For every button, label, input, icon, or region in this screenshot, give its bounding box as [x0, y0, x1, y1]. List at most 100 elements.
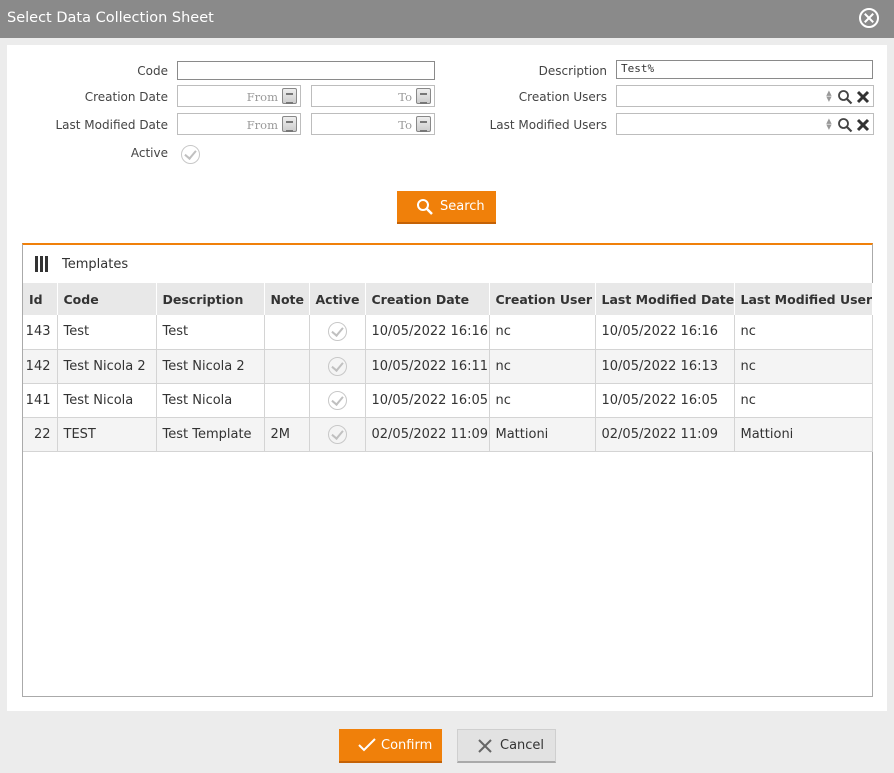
cell-creation-date: 10/05/2022 16:05	[365, 383, 490, 418]
from-placeholder: From	[246, 118, 278, 132]
clear-icon[interactable]	[855, 89, 871, 105]
table-row[interactable]: 22 TEST Test Template 2M 02/05/2022 11:0…	[23, 417, 873, 452]
cell-creation-date: 02/05/2022 11:09	[365, 417, 490, 452]
templates-table: Id Code Description Note Active Creation…	[23, 283, 873, 452]
column-header[interactable]: Id	[23, 283, 58, 315]
column-header[interactable]: Creation User	[489, 283, 596, 315]
checkmark-icon	[358, 738, 376, 752]
table-row[interactable]: 142 Test Nicola 2 Test Nicola 2 10/05/20…	[23, 349, 873, 384]
columns-icon	[35, 256, 48, 272]
spinner-icon[interactable]: ▲ ▼	[825, 118, 833, 132]
last-modified-users-label: Last Modified Users	[489, 118, 607, 132]
cell-description: Test	[156, 315, 265, 350]
to-placeholder: To	[398, 118, 412, 132]
description-label: Description	[538, 64, 607, 78]
templates-title: Templates	[62, 257, 129, 272]
cell-last-modified-user: nc	[734, 383, 873, 418]
creation-date-label: Creation Date	[84, 90, 168, 104]
confirm-button[interactable]: Confirm	[339, 729, 442, 763]
cell-last-modified-date: 10/05/2022 16:16	[595, 315, 735, 350]
search-icon[interactable]	[837, 117, 853, 133]
calendar-icon[interactable]	[416, 88, 431, 104]
cell-description: Test Nicola	[156, 383, 265, 418]
clear-icon[interactable]	[855, 117, 871, 133]
cell-creation-date: 10/05/2022 16:11	[365, 349, 490, 384]
cell-note	[264, 383, 310, 418]
cell-active	[309, 349, 366, 384]
cell-last-modified-date: 02/05/2022 11:09	[595, 417, 735, 452]
active-label: Active	[130, 146, 168, 160]
creation-users-label: Creation Users	[518, 90, 607, 104]
cell-last-modified-user: Mattioni	[734, 417, 873, 452]
table-header-row: Id Code Description Note Active Creation…	[23, 283, 873, 315]
active-checkbox[interactable]	[181, 145, 200, 164]
table-row[interactable]: 141 Test Nicola Test Nicola 10/05/2022 1…	[23, 383, 873, 418]
cell-id: 141	[23, 383, 58, 418]
creation-date-from-field[interactable]: From	[177, 85, 301, 107]
select-data-collection-sheet-dialog: Select Data Collection Sheet Code Creati…	[0, 0, 894, 773]
cell-creation-date: 10/05/2022 16:16	[365, 315, 490, 350]
cell-active	[309, 417, 366, 452]
active-check-icon	[327, 322, 347, 342]
column-header[interactable]: Description	[156, 283, 265, 315]
column-header[interactable]: Code	[57, 283, 157, 315]
templates-panel: Templates Id Code Description Note Activ…	[22, 243, 873, 697]
cell-note	[264, 315, 310, 350]
cell-code: Test Nicola	[57, 383, 157, 418]
column-header[interactable]: Active	[309, 283, 366, 315]
cell-last-modified-date: 10/05/2022 16:05	[595, 383, 735, 418]
column-header[interactable]: Last Modified User	[734, 283, 873, 315]
confirm-button-label: Confirm	[381, 738, 433, 753]
creation-date-to-field[interactable]: To	[311, 85, 435, 107]
cell-note: 2M	[264, 417, 310, 452]
to-placeholder: To	[398, 90, 412, 104]
description-input[interactable]: Test%	[616, 60, 873, 79]
code-label: Code	[137, 64, 168, 78]
cell-last-modified-date: 10/05/2022 16:13	[595, 349, 735, 384]
search-icon[interactable]	[837, 89, 853, 105]
calendar-icon[interactable]	[282, 116, 297, 132]
cell-code: TEST	[57, 417, 157, 452]
cell-creation-user: Mattioni	[489, 417, 596, 452]
dialog-title: Select Data Collection Sheet	[7, 10, 214, 26]
last-modified-date-label: Last Modified Date	[55, 118, 168, 132]
last-modified-date-to-field[interactable]: To	[311, 113, 435, 135]
calendar-icon[interactable]	[282, 88, 297, 104]
column-header[interactable]: Note	[264, 283, 310, 315]
cell-last-modified-user: nc	[734, 349, 873, 384]
code-input[interactable]	[177, 61, 435, 80]
close-icon	[478, 739, 492, 753]
cell-code: Test Nicola 2	[57, 349, 157, 384]
cell-active	[309, 315, 366, 350]
search-button-label: Search	[440, 199, 485, 214]
search-icon	[417, 199, 433, 215]
search-button[interactable]: Search	[397, 191, 496, 224]
table-row[interactable]: 143 Test Test 10/05/2022 16:16 nc 10/05/…	[23, 315, 873, 350]
cell-id: 143	[23, 315, 58, 350]
cell-note	[264, 349, 310, 384]
active-check-icon	[327, 390, 347, 410]
cell-creation-user: nc	[489, 315, 596, 350]
cell-active	[309, 383, 366, 418]
column-header[interactable]: Last Modified Date	[595, 283, 735, 315]
dialog-titlebar: Select Data Collection Sheet	[0, 0, 894, 38]
spinner-icon[interactable]: ▲ ▼	[825, 90, 833, 104]
creation-users-combo[interactable]: ▲ ▼	[616, 85, 874, 107]
cell-code: Test	[57, 315, 157, 350]
cell-creation-user: nc	[489, 383, 596, 418]
active-check-icon	[327, 356, 347, 376]
from-placeholder: From	[246, 90, 278, 104]
cancel-button[interactable]: Cancel	[457, 729, 556, 763]
close-icon[interactable]	[859, 8, 879, 28]
active-check-icon	[327, 424, 347, 444]
dialog-content: Code Creation Date From To Last Modified…	[7, 45, 887, 711]
last-modified-users-combo[interactable]: ▲ ▼	[616, 113, 874, 135]
column-header[interactable]: Creation Date	[365, 283, 490, 315]
last-modified-date-from-field[interactable]: From	[177, 113, 301, 135]
templates-panel-header: Templates	[23, 245, 872, 283]
calendar-icon[interactable]	[416, 116, 431, 132]
cancel-button-label: Cancel	[500, 738, 545, 753]
cell-id: 142	[23, 349, 58, 384]
cell-description: Test Nicola 2	[156, 349, 265, 384]
cell-description: Test Template	[156, 417, 265, 452]
